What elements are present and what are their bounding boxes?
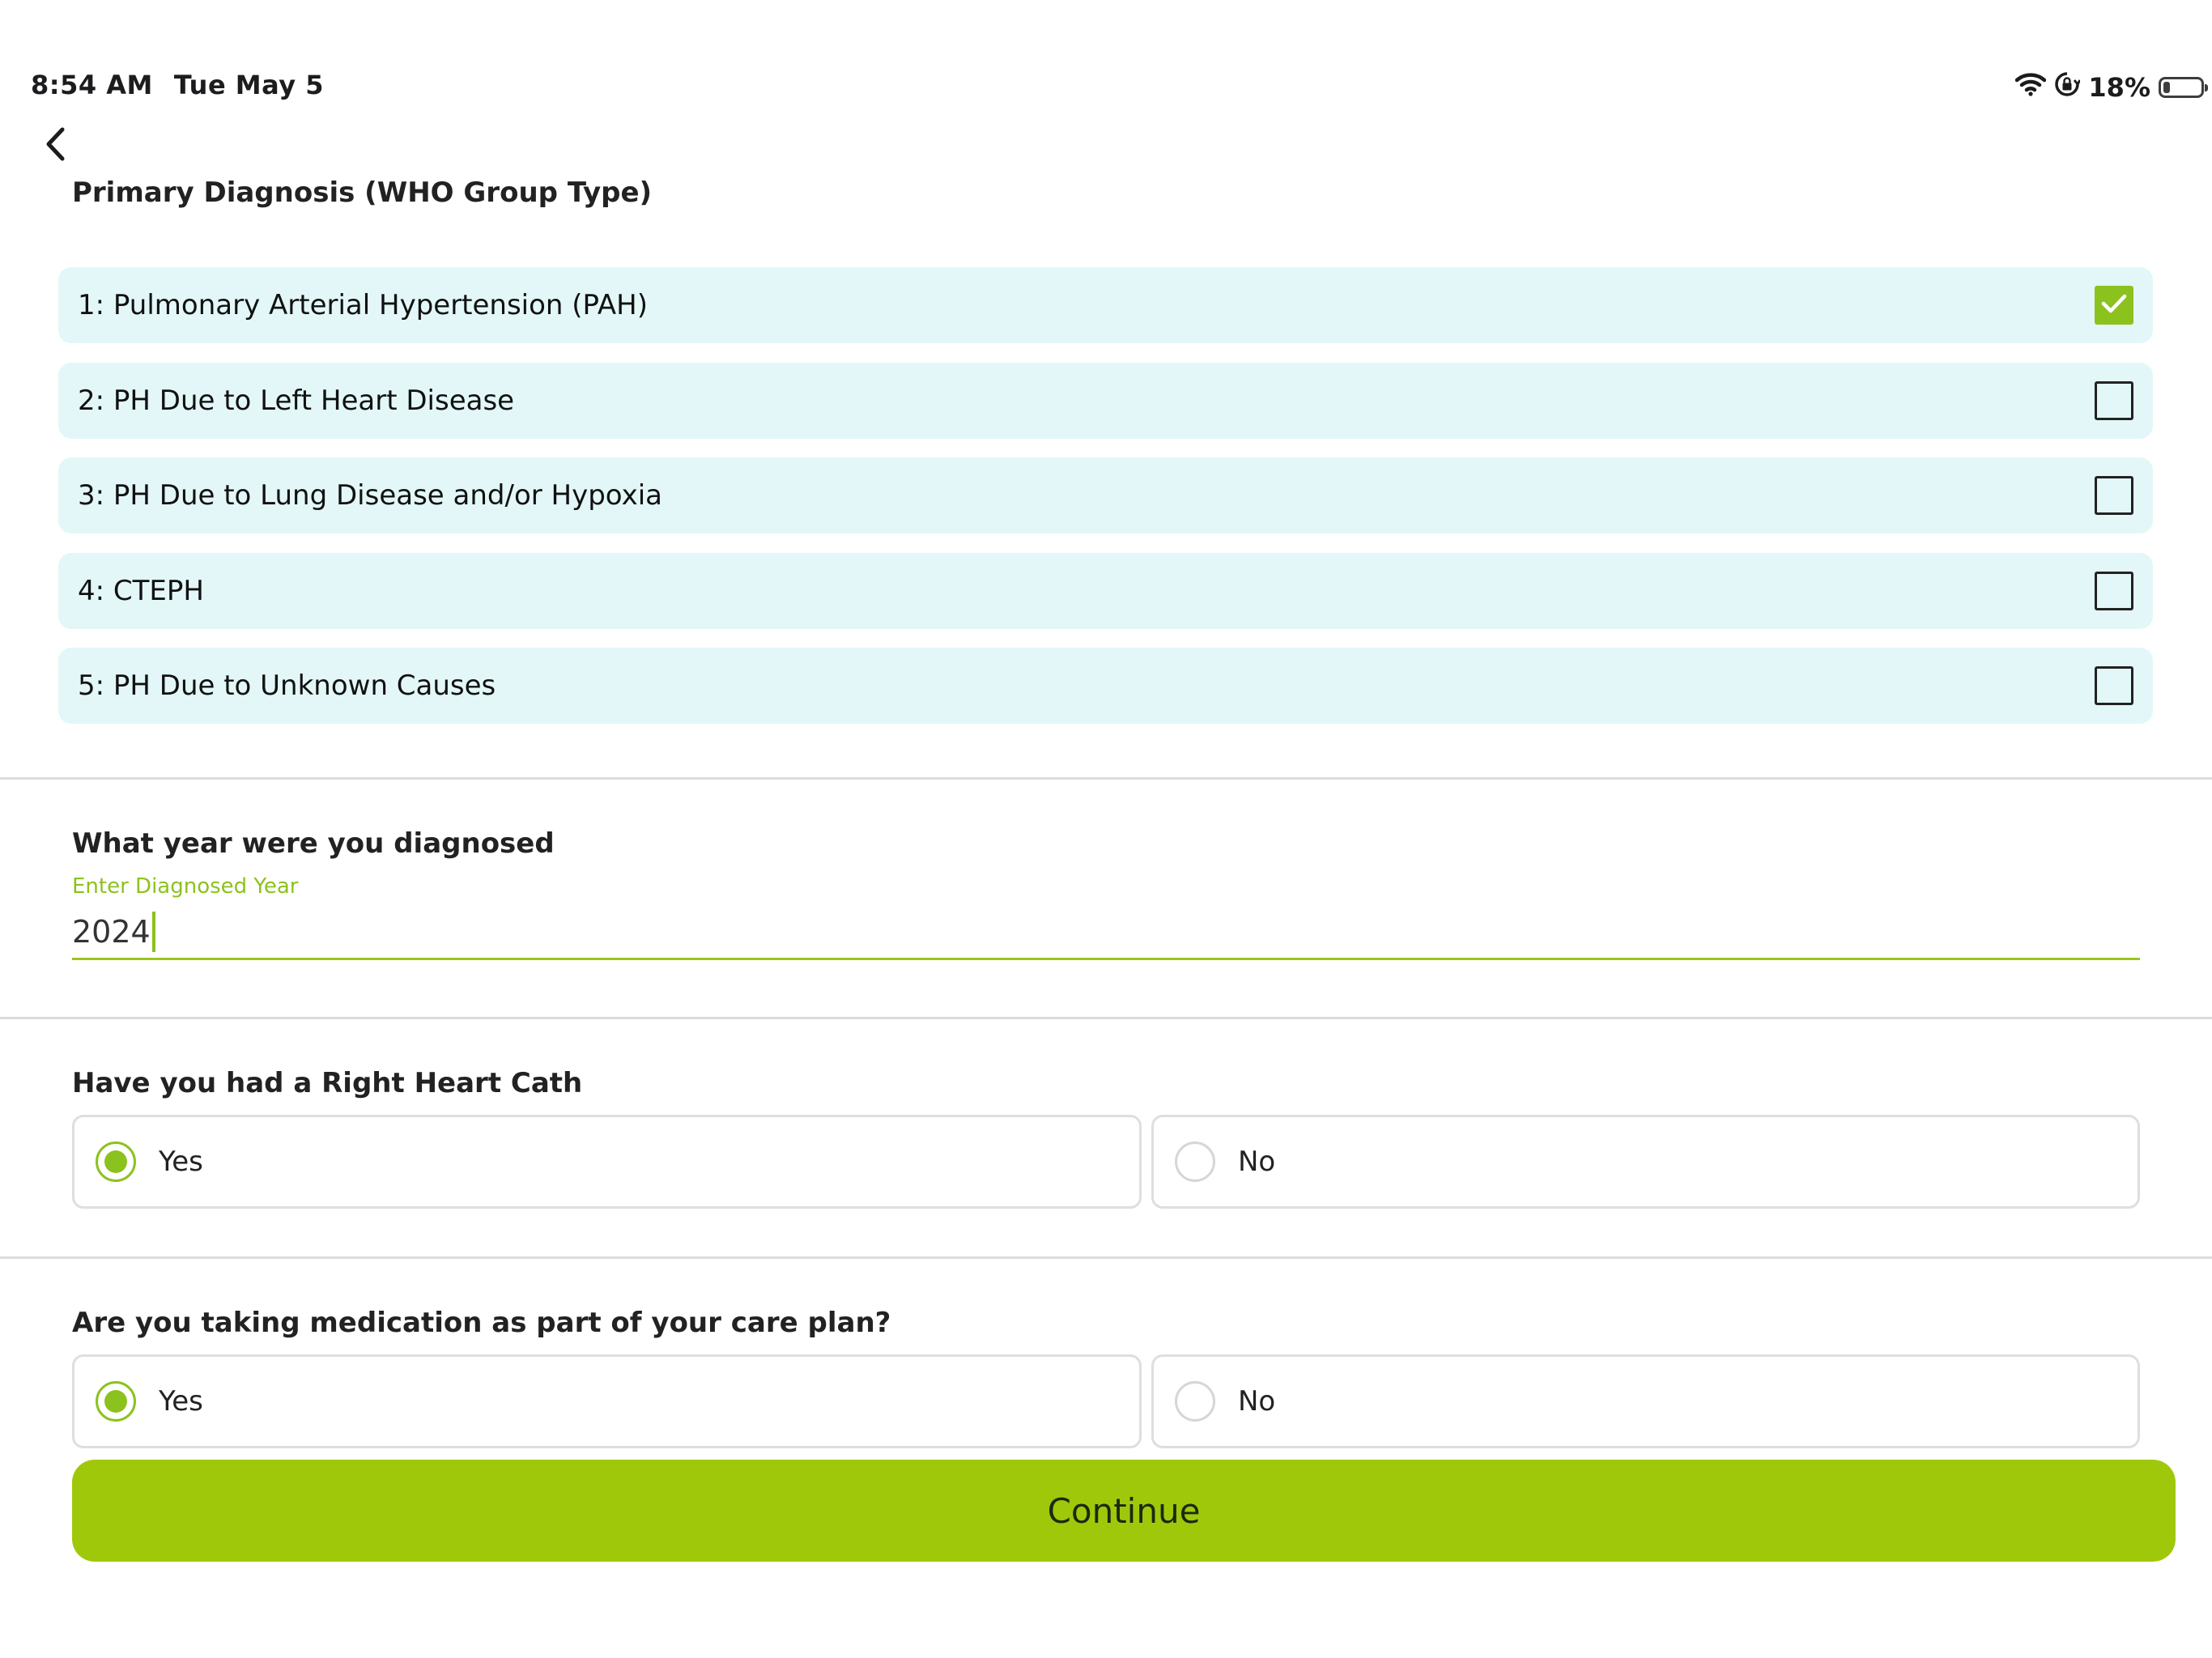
diagnosis-option-pah[interactable]: 1: Pulmonary Arterial Hypertension (PAH) <box>58 267 2153 343</box>
radio-selected[interactable] <box>96 1381 136 1422</box>
battery-percent: 18% <box>2088 72 2150 103</box>
heart-cath-no-option[interactable]: No <box>1151 1115 2140 1209</box>
radio-unselected[interactable] <box>1175 1141 1215 1182</box>
diagnosis-option-cteph[interactable]: 4: CTEPH <box>58 553 2153 629</box>
status-indicators: 18% <box>2015 70 2208 105</box>
medication-no-label: No <box>1238 1385 1276 1418</box>
checkmark-icon <box>2100 292 2128 318</box>
back-button[interactable] <box>39 123 71 168</box>
medication-yes-label: Yes <box>159 1385 203 1418</box>
battery-level <box>2163 82 2170 93</box>
checkbox[interactable] <box>2095 666 2133 705</box>
heart-cath-no-label: No <box>1238 1146 1276 1178</box>
section-divider <box>0 1256 2212 1259</box>
continue-button[interactable]: Continue <box>72 1460 2176 1562</box>
diagnosis-option-left-heart[interactable]: 2: PH Due to Left Heart Disease <box>58 363 2153 439</box>
heart-cath-question: Have you had a Right Heart Cath <box>72 1067 583 1099</box>
diagnosed-year-input[interactable]: 2024 <box>72 912 155 952</box>
orientation-lock-icon <box>2054 71 2082 104</box>
section-divider <box>0 1017 2212 1019</box>
radio-selected[interactable] <box>96 1141 136 1182</box>
diagnosed-year-label: Enter Diagnosed Year <box>72 874 299 899</box>
checkbox[interactable] <box>2095 572 2133 610</box>
section-divider <box>0 777 2212 780</box>
diagnosis-title: Primary Diagnosis (WHO Group Type) <box>72 176 653 209</box>
checkbox-checked[interactable] <box>2095 286 2133 325</box>
diagnosis-option-label: 1: Pulmonary Arterial Hypertension (PAH) <box>78 289 648 321</box>
heart-cath-yes-label: Yes <box>159 1146 203 1178</box>
diagnosis-option-lung-disease[interactable]: 3: PH Due to Lung Disease and/or Hypoxia <box>58 457 2153 534</box>
year-question: What year were you diagnosed <box>72 827 555 860</box>
diagnosis-option-label: 3: PH Due to Lung Disease and/or Hypoxia <box>78 479 662 512</box>
diagnosis-option-unknown[interactable]: 5: PH Due to Unknown Causes <box>58 648 2153 724</box>
chevron-left-icon <box>45 126 66 165</box>
medication-no-option[interactable]: No <box>1151 1354 2140 1448</box>
wifi-icon <box>2015 72 2047 103</box>
checkbox[interactable] <box>2095 381 2133 420</box>
medication-question: Are you taking medication as part of you… <box>72 1307 891 1339</box>
status-time: 8:54 AM <box>31 70 153 100</box>
heart-cath-yes-option[interactable]: Yes <box>72 1115 1142 1209</box>
status-bar: 8:54 AM Tue May 5 18% <box>0 0 2212 121</box>
text-cursor <box>151 912 155 952</box>
diagnosis-option-label: 2: PH Due to Left Heart Disease <box>78 385 515 417</box>
status-date: Tue May 5 <box>173 70 324 100</box>
radio-unselected[interactable] <box>1175 1381 1215 1422</box>
status-time-date: 8:54 AM Tue May 5 <box>31 70 345 100</box>
checkbox[interactable] <box>2095 476 2133 515</box>
battery-icon <box>2159 77 2208 98</box>
diagnosed-year-value: 2024 <box>72 914 151 950</box>
medication-yes-option[interactable]: Yes <box>72 1354 1142 1448</box>
diagnosis-option-label: 5: PH Due to Unknown Causes <box>78 670 496 702</box>
diagnosis-option-label: 4: CTEPH <box>78 575 204 607</box>
diagnosed-year-field[interactable]: Enter Diagnosed Year 2024 <box>72 871 2140 960</box>
